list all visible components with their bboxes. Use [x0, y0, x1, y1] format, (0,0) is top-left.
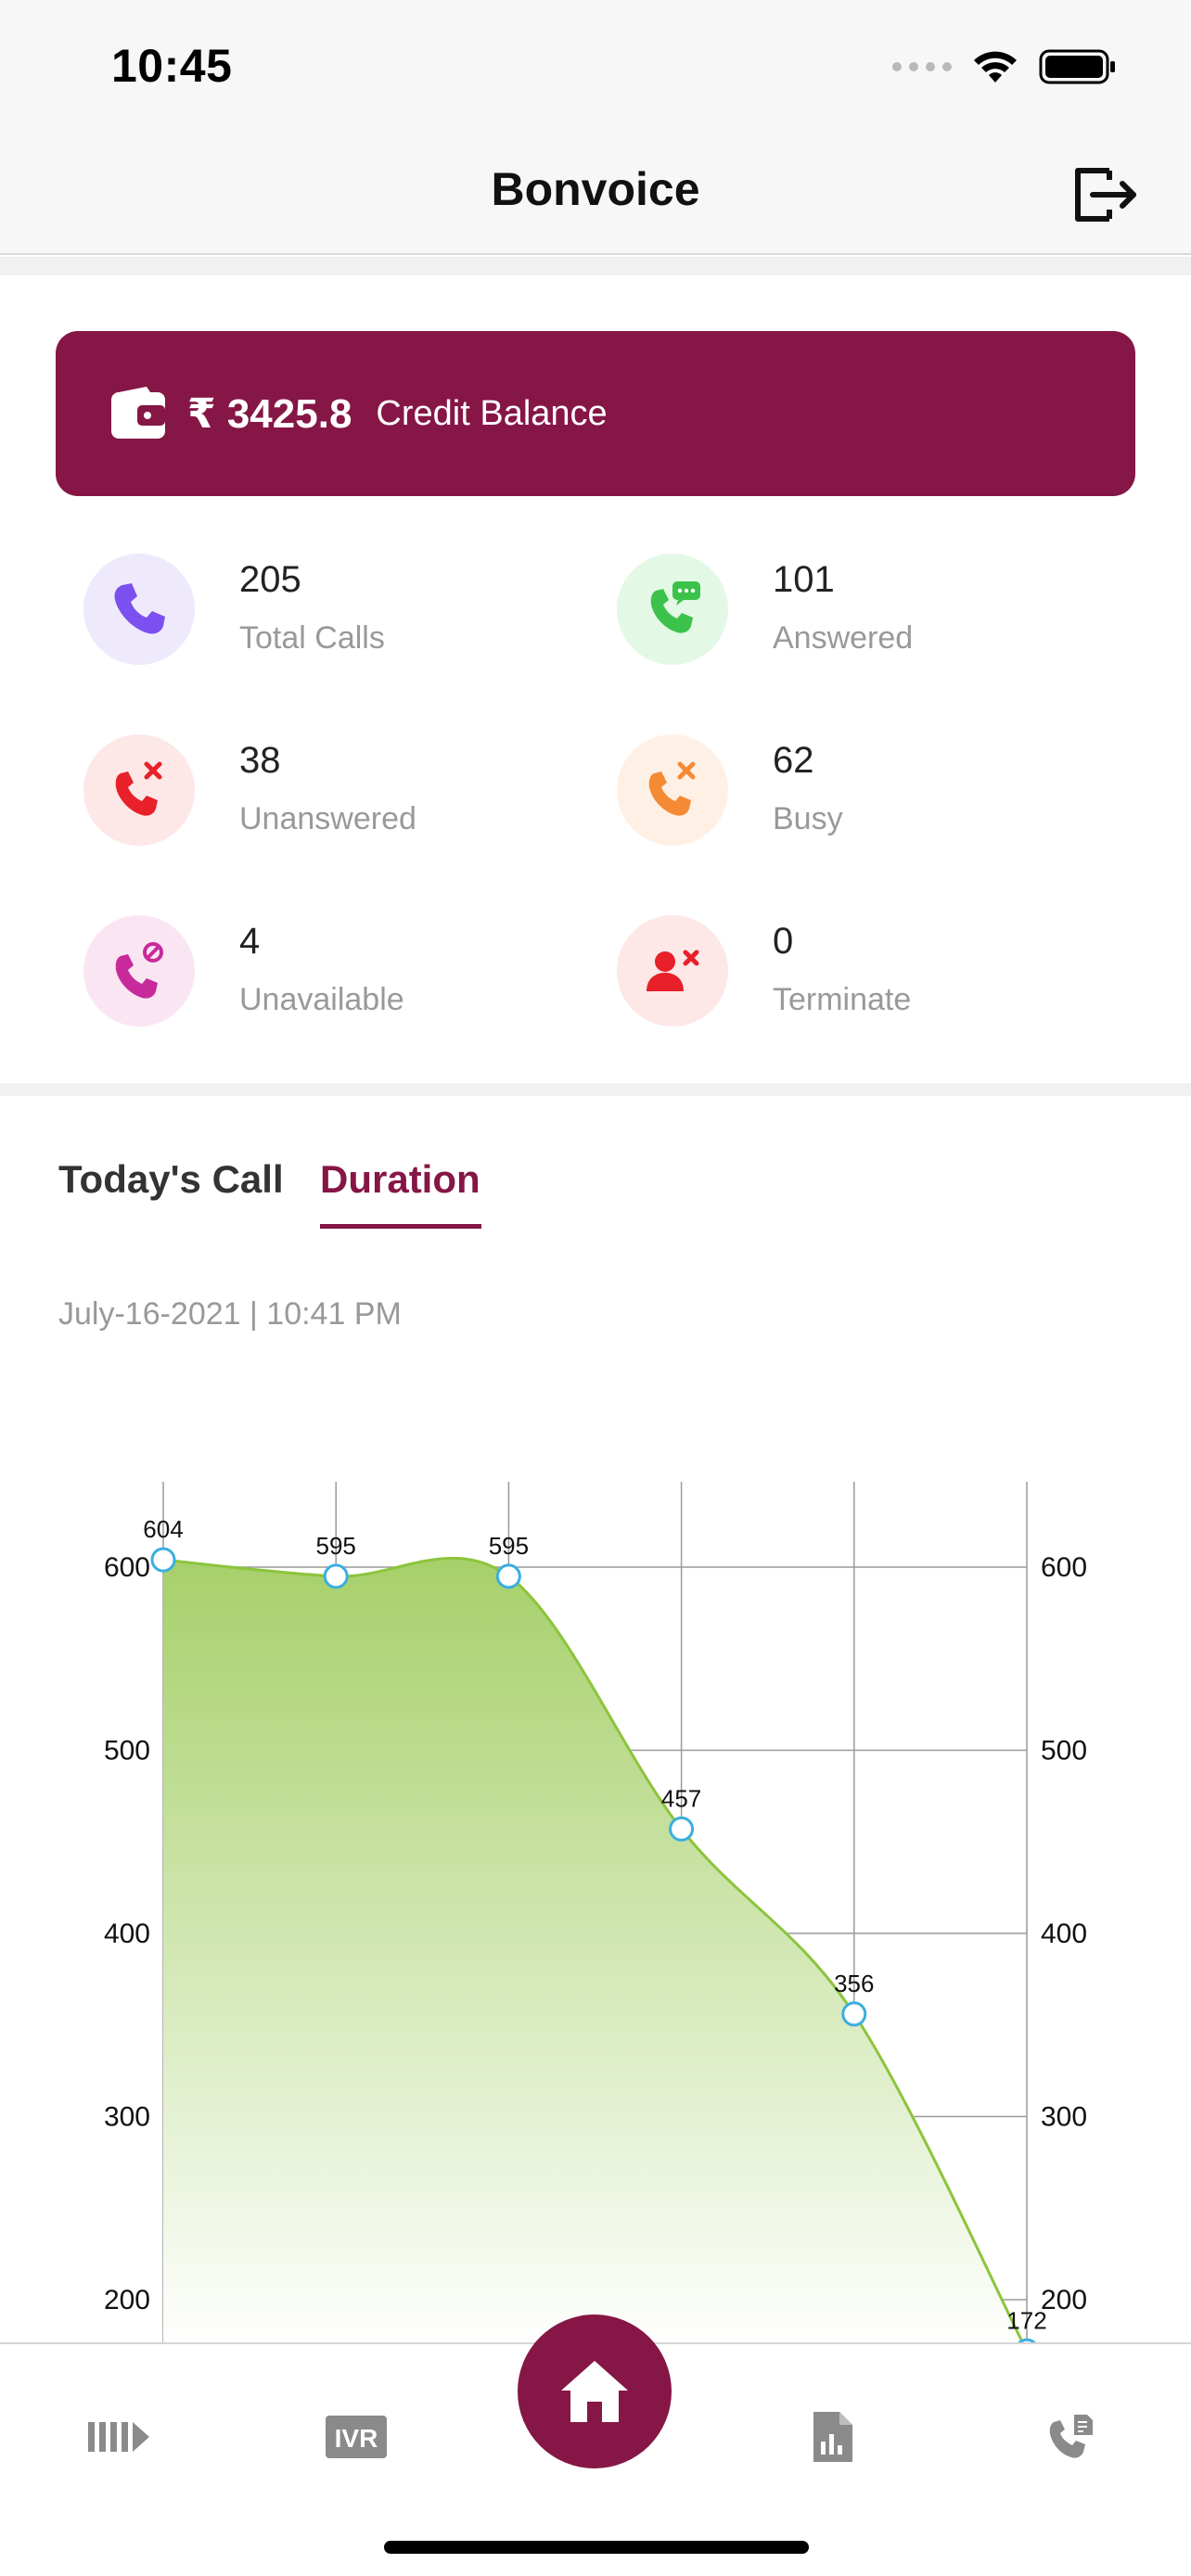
chart-data-label: 604 [143, 1515, 183, 1543]
page-title: Bonvoice [491, 163, 700, 215]
section-divider [0, 1083, 1191, 1096]
chart-data-label: 356 [834, 1970, 874, 1997]
active-tab-indicator [320, 1224, 481, 1229]
chart-point [495, 1563, 521, 1589]
home-indicator [384, 2541, 809, 2554]
chart-y-tick-right: 300 [1041, 2102, 1087, 2133]
chart-y-tick-left: 400 [104, 1919, 150, 1949]
chart-data-label: 457 [661, 1784, 701, 1812]
stat-value: 4 [239, 921, 261, 962]
nav-call-logs[interactable] [1024, 2391, 1117, 2483]
chart-y-tick-right: 600 [1041, 1552, 1087, 1583]
stat-label: Answered [773, 620, 914, 656]
status-time: 10:45 [111, 40, 233, 92]
stat-value: 101 [773, 559, 835, 600]
stat-terminate[interactable]: 0 Terminate [589, 915, 1071, 1036]
tab-duration[interactable]: Duration [320, 1157, 480, 1202]
stat-unanswered[interactable]: 38 Unanswered [56, 734, 538, 855]
phone-message-icon [650, 581, 700, 633]
credit-label: Credit Balance [376, 393, 608, 433]
stat-value: 0 [773, 921, 794, 962]
report-icon [813, 2412, 852, 2462]
chart-timestamp: July-16-2021 | 10:41 PM [58, 1296, 402, 1332]
stat-value: 38 [239, 740, 281, 781]
chart-data-label: 595 [489, 1532, 529, 1560]
phone-icon [114, 583, 165, 634]
chart-data-label: 595 [316, 1532, 356, 1560]
stat-value: 62 [773, 740, 814, 781]
stat-label: Terminate [773, 982, 912, 1017]
stat-icon-bg [83, 915, 195, 1027]
status-icons [892, 48, 1117, 85]
stat-answered[interactable]: 101 Answered [589, 554, 1071, 674]
stat-unavailable[interactable]: 4 Unavailable [56, 915, 538, 1036]
stat-label: Unavailable [239, 982, 404, 1017]
call-log-icon [1049, 2415, 1093, 2458]
stat-icon-bg [83, 554, 195, 665]
battery-icon [1039, 49, 1115, 84]
chart-y-tick-left: 200 [104, 2285, 150, 2315]
chart-y-tick-left: 300 [104, 2102, 150, 2133]
stat-label: Busy [773, 801, 843, 836]
stat-busy[interactable]: 62 Busy [589, 734, 1071, 855]
chart-point [150, 1547, 176, 1573]
nav-ivr[interactable]: IVR [310, 2391, 403, 2483]
credit-amount: ₹ 3425.8 [187, 390, 352, 437]
chart-y-tick-right: 200 [1041, 2285, 1087, 2315]
phone-blocked-icon [115, 942, 163, 999]
stat-icon-bg [617, 915, 728, 1027]
wallet-icon [111, 387, 165, 439]
logout-icon[interactable] [1069, 158, 1143, 232]
stat-label: Total Calls [239, 620, 385, 656]
queue-icon [88, 2422, 149, 2452]
phone-missed-icon [115, 761, 162, 816]
wifi-icon [974, 51, 1017, 83]
signal-icon [892, 62, 952, 71]
stat-icon-bg [83, 734, 195, 846]
ivr-icon: IVR [326, 2416, 387, 2458]
svg-text:IVR: IVR [335, 2424, 378, 2453]
stat-label: Unanswered [239, 801, 416, 836]
header-separator [0, 257, 1191, 275]
home-icon [561, 2361, 628, 2422]
chart-point [323, 1563, 349, 1589]
phone-busy-icon [648, 761, 696, 816]
stat-value: 205 [239, 559, 301, 600]
stat-total-calls[interactable]: 205 Total Calls [56, 554, 538, 674]
duration-chart: 604595 595457356172 200 200300 300400 400500… [104, 1482, 1087, 2342]
credit-balance-card[interactable]: ₹ 3425.8 Credit Balance [56, 331, 1135, 496]
chart-point [669, 1816, 695, 1842]
home-button[interactable] [518, 2315, 672, 2468]
tab-todays-call[interactable]: Today's Call [58, 1157, 284, 1202]
stat-icon-bg [617, 734, 728, 846]
chart-y-tick-left: 600 [104, 1552, 150, 1583]
status-bar: 10:45 [0, 0, 1191, 134]
app-header: Bonvoice [0, 134, 1191, 255]
stat-icon-bg [617, 554, 728, 665]
nav-queue[interactable] [72, 2391, 165, 2483]
chart-area [163, 1558, 1027, 2342]
chart-y-tick-right: 400 [1041, 1919, 1087, 1949]
nav-reports[interactable] [787, 2391, 879, 2483]
chart-y-tick-left: 500 [104, 1736, 150, 1766]
chart-point [841, 2001, 867, 2027]
chart-y-tick-right: 500 [1041, 1736, 1087, 1766]
user-remove-icon [647, 950, 699, 991]
